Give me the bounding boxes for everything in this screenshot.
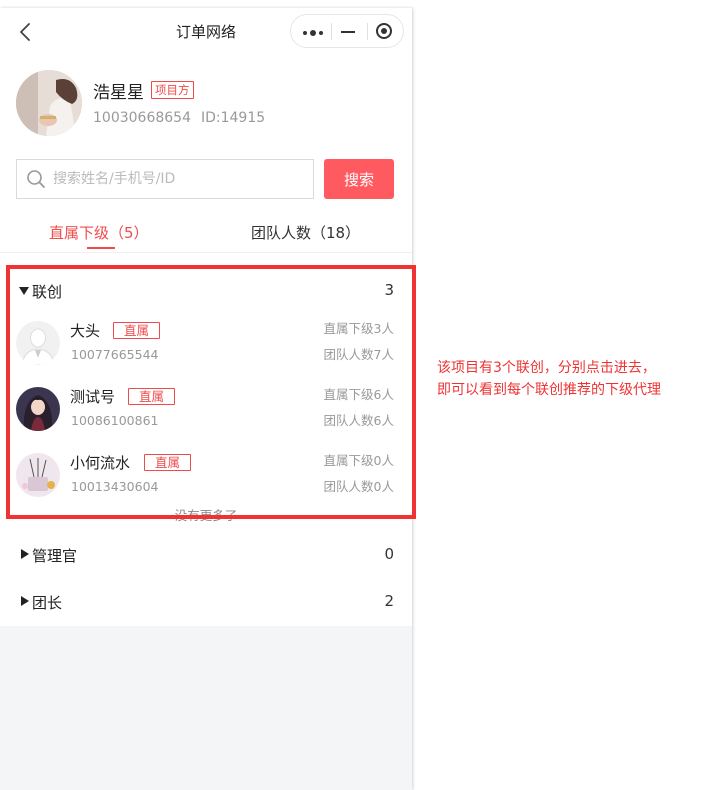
tab-divider	[0, 252, 412, 253]
more-icon[interactable]	[303, 30, 323, 36]
search-button[interactable]: 搜索	[324, 159, 394, 199]
mini-program-capsule	[290, 14, 404, 48]
profile-subtitle: 10030668654 ID:14915	[93, 110, 265, 126]
tab-team-members[interactable]: 团队人数（18）	[251, 222, 360, 243]
avatar	[16, 70, 82, 136]
search-box	[16, 159, 314, 199]
active-tab-indicator	[87, 247, 115, 249]
search-input[interactable]	[53, 160, 303, 198]
caret-right-icon	[21, 596, 29, 606]
group-count: 2	[384, 592, 394, 610]
tab-direct-subordinates[interactable]: 直属下级（5）	[49, 222, 149, 243]
role-badge: 项目方	[151, 81, 194, 99]
minimize-icon[interactable]	[341, 31, 355, 33]
search-icon	[27, 170, 45, 188]
profile-phone: 10030668654	[93, 110, 191, 126]
group-header-manager[interactable]: 管理官 0	[0, 541, 412, 571]
group-label: 团长	[32, 594, 63, 612]
group-label: 管理官	[32, 547, 78, 565]
profile-name: 浩星星	[93, 83, 144, 103]
avatar-photo-icon	[16, 70, 82, 136]
profile-id: ID:14915	[200, 110, 266, 126]
annotation-highlight-box	[6, 265, 416, 519]
capsule-divider	[367, 23, 368, 40]
caret-right-icon	[21, 549, 29, 559]
group-count: 0	[384, 545, 394, 563]
annotation-note-line2: 即可以看到每个联创推荐的下级代理	[437, 382, 661, 398]
close-target-icon[interactable]	[376, 23, 392, 39]
capsule-divider	[331, 23, 332, 40]
group-header-team-leader[interactable]: 团长 2	[0, 588, 412, 618]
annotation-note-line1: 该项目有3个联创，分别点击进去，	[437, 360, 656, 376]
